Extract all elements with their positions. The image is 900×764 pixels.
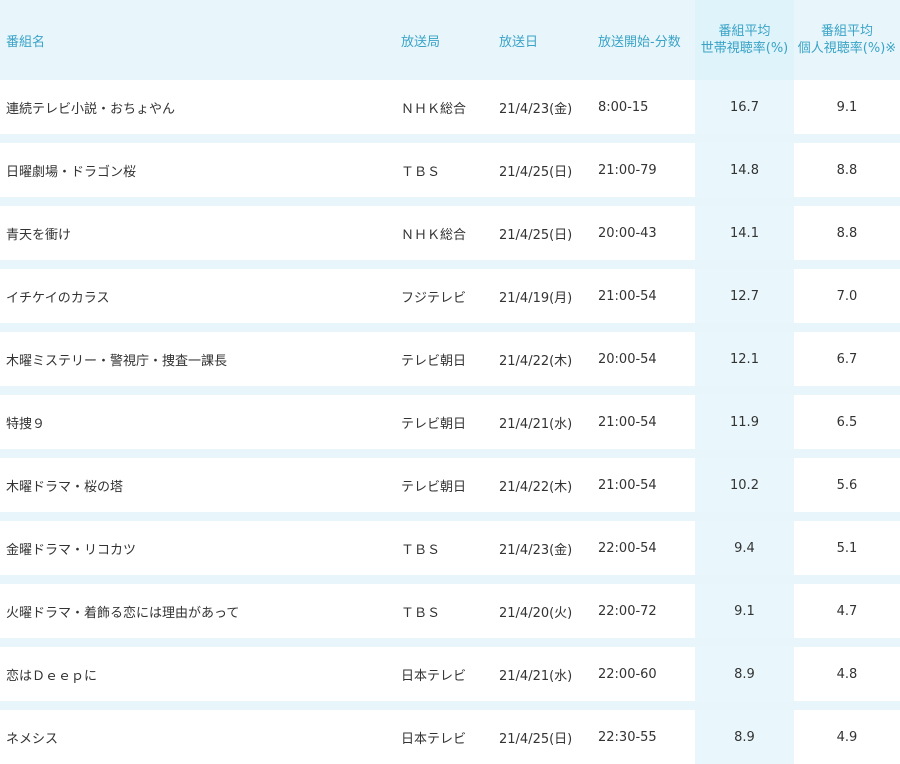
- header-program-name: 番組名: [6, 34, 46, 50]
- header-date: 放送日: [499, 34, 539, 50]
- cell-individual-rating: 6.7: [836, 351, 858, 367]
- table-row: 日曜劇場・ドラゴン桜 ＴＢＳ 21/4/25(日) 21:00-79 14.8 …: [0, 143, 900, 197]
- cell-program-name: 連続テレビ小説・おちょやん: [6, 101, 176, 117]
- table-row: 火曜ドラマ・着飾る恋には理由があって ＴＢＳ 21/4/20(火) 22:00-…: [0, 584, 900, 638]
- table-row: イチケイのカラス フジテレビ 21/4/19(月) 21:00-54 12.7 …: [0, 269, 900, 323]
- cell-household-rating: 11.9: [695, 395, 794, 449]
- cell-household-rating: 12.7: [695, 269, 794, 323]
- cell-station: テレビ朝日: [401, 479, 467, 495]
- cell-program-name: 恋はＤｅｅｐに: [6, 668, 98, 684]
- cell-date: 21/4/25(日): [499, 227, 573, 243]
- cell-program-name: 特捜９: [6, 416, 46, 432]
- cell-program-name: 木曜ドラマ・桜の塔: [6, 479, 124, 495]
- cell-time: 21:00-54: [598, 477, 657, 493]
- cell-station: ＴＢＳ: [401, 164, 441, 180]
- cell-station: テレビ朝日: [401, 353, 467, 369]
- cell-individual-rating: 5.6: [836, 477, 858, 493]
- cell-individual-rating: 4.9: [836, 729, 858, 745]
- cell-station: ＮＨＫ総合: [401, 227, 467, 243]
- cell-time: 21:00-54: [598, 288, 657, 304]
- cell-date: 21/4/25(日): [499, 164, 573, 180]
- header-household-rating: 番組平均 世帯視聴率(%): [695, 0, 794, 80]
- header-individual-line2: 個人視聴率(%)※: [797, 41, 897, 56]
- cell-station: ＴＢＳ: [401, 542, 441, 558]
- cell-program-name: イチケイのカラス: [6, 290, 110, 306]
- cell-program-name: 青天を衝け: [6, 227, 72, 243]
- cell-date: 21/4/21(水): [499, 416, 573, 432]
- cell-individual-rating: 7.0: [836, 288, 858, 304]
- cell-household-rating: 10.2: [695, 458, 794, 512]
- cell-individual-rating: 9.1: [836, 99, 858, 115]
- table-header: 番組名 放送局 放送日 放送開始-分数 番組平均 世帯視聴率(%) 番組平均 個…: [0, 0, 900, 80]
- table-row: 金曜ドラマ・リコカツ ＴＢＳ 21/4/23(金) 22:00-54 9.4 5…: [0, 521, 900, 575]
- cell-station: 日本テレビ: [401, 731, 467, 747]
- cell-individual-rating: 8.8: [836, 162, 858, 178]
- cell-individual-rating: 4.7: [836, 603, 858, 619]
- cell-date: 21/4/19(月): [499, 290, 573, 306]
- cell-individual-rating: 8.8: [836, 225, 858, 241]
- header-time: 放送開始-分数: [598, 34, 681, 50]
- table-row: 木曜ミステリー・警視庁・捜査一課長 テレビ朝日 21/4/22(木) 20:00…: [0, 332, 900, 386]
- cell-date: 21/4/25(日): [499, 731, 573, 747]
- cell-time: 22:00-54: [598, 540, 657, 556]
- cell-household-rating: 9.1: [695, 584, 794, 638]
- table-row: 連続テレビ小説・おちょやん ＮＨＫ総合 21/4/23(金) 8:00-15 1…: [0, 80, 900, 134]
- header-household-line2: 世帯視聴率(%): [700, 41, 789, 56]
- cell-time: 22:00-72: [598, 603, 657, 619]
- header-station: 放送局: [401, 34, 441, 50]
- cell-time: 21:00-54: [598, 414, 657, 430]
- cell-date: 21/4/22(木): [499, 353, 573, 369]
- cell-station: 日本テレビ: [401, 668, 467, 684]
- cell-household-rating: 8.9: [695, 647, 794, 701]
- cell-individual-rating: 4.8: [836, 666, 858, 682]
- header-household-line1: 番組平均: [718, 24, 771, 39]
- table-row: 特捜９ テレビ朝日 21/4/21(水) 21:00-54 11.9 6.5: [0, 395, 900, 449]
- cell-station: テレビ朝日: [401, 416, 467, 432]
- cell-household-rating: 14.8: [695, 143, 794, 197]
- header-individual-line1: 番組平均: [820, 24, 873, 39]
- cell-household-rating: 16.7: [695, 80, 794, 134]
- cell-program-name: 火曜ドラマ・着飾る恋には理由があって: [6, 605, 240, 621]
- cell-individual-rating: 6.5: [836, 414, 858, 430]
- cell-date: 21/4/23(金): [499, 101, 573, 117]
- cell-time: 22:30-55: [598, 729, 657, 745]
- cell-program-name: 金曜ドラマ・リコカツ: [6, 542, 137, 558]
- cell-household-rating: 8.9: [695, 710, 794, 764]
- cell-household-rating: 12.1: [695, 332, 794, 386]
- cell-date: 21/4/22(木): [499, 479, 573, 495]
- table-row: 青天を衝け ＮＨＫ総合 21/4/25(日) 20:00-43 14.1 8.8: [0, 206, 900, 260]
- cell-individual-rating: 5.1: [836, 540, 858, 556]
- cell-station: ＴＢＳ: [401, 605, 441, 621]
- cell-time: 22:00-60: [598, 666, 657, 682]
- table-body: 連続テレビ小説・おちょやん ＮＨＫ総合 21/4/23(金) 8:00-15 1…: [0, 80, 900, 764]
- cell-time: 20:00-54: [598, 351, 657, 367]
- header-individual-rating: 番組平均 個人視聴率(%)※: [794, 0, 900, 80]
- cell-program-name: 木曜ミステリー・警視庁・捜査一課長: [6, 353, 228, 369]
- cell-station: フジテレビ: [401, 290, 467, 306]
- table-row: ネメシス 日本テレビ 21/4/25(日) 22:30-55 8.9 4.9: [0, 710, 900, 764]
- cell-time: 8:00-15: [598, 99, 649, 115]
- cell-time: 20:00-43: [598, 225, 657, 241]
- cell-program-name: ネメシス: [6, 731, 59, 747]
- table-row: 恋はＤｅｅｐに 日本テレビ 21/4/21(水) 22:00-60 8.9 4.…: [0, 647, 900, 701]
- cell-date: 21/4/20(火): [499, 605, 573, 621]
- cell-station: ＮＨＫ総合: [401, 101, 467, 117]
- cell-program-name: 日曜劇場・ドラゴン桜: [6, 164, 137, 180]
- cell-time: 21:00-79: [598, 162, 657, 178]
- cell-household-rating: 9.4: [695, 521, 794, 575]
- ratings-table: 番組名 放送局 放送日 放送開始-分数 番組平均 世帯視聴率(%) 番組平均 個…: [0, 0, 900, 764]
- cell-date: 21/4/23(金): [499, 542, 573, 558]
- table-row: 木曜ドラマ・桜の塔 テレビ朝日 21/4/22(木) 21:00-54 10.2…: [0, 458, 900, 512]
- cell-date: 21/4/21(水): [499, 668, 573, 684]
- cell-household-rating: 14.1: [695, 206, 794, 260]
